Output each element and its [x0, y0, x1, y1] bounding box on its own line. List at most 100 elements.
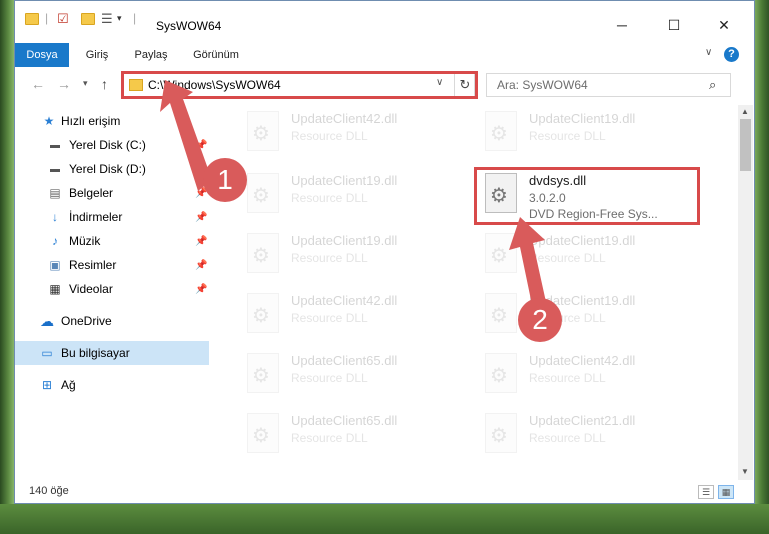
pictures-icon: ▣: [49, 258, 61, 272]
desktop-background-right: [755, 0, 769, 534]
chevron-down-icon[interactable]: ∨: [705, 47, 712, 58]
close-button[interactable]: ✕: [704, 11, 744, 39]
scroll-up-icon[interactable]: ▲: [741, 107, 749, 116]
file-name: UpdateClient19.dll: [291, 173, 398, 188]
documents-icon: ▤: [49, 186, 61, 200]
pin-icon[interactable]: 📌: [195, 212, 207, 223]
file-list: ⚙ UpdateClient42.dll Resource DLL ⚙ Upda…: [225, 105, 725, 470]
file-type: Resource DLL: [529, 251, 606, 265]
help-icon[interactable]: ?: [724, 47, 739, 62]
network-icon: ⊞: [41, 378, 53, 392]
star-icon: ★: [43, 114, 55, 128]
file-highlight-box: [474, 167, 700, 225]
sidebar-item-label: Hızlı erişim: [61, 114, 121, 128]
up-arrow-icon[interactable]: ↑: [101, 76, 108, 92]
file-type: Resource DLL: [291, 311, 368, 325]
tab-share[interactable]: Paylaş: [127, 43, 175, 67]
sidebar-item-this-pc[interactable]: ▭ Bu bilgisayar: [15, 341, 209, 365]
refresh-button[interactable]: ↻: [454, 74, 475, 96]
list-item[interactable]: ⚙ UpdateClient19.dll Resource DLL: [473, 227, 703, 283]
sidebar-item-disk-d[interactable]: ▬ Yerel Disk (D:) 📌: [15, 157, 209, 181]
sidebar-item-quick-access[interactable]: ★ Hızlı erişim: [15, 109, 209, 133]
sidebar-item-music[interactable]: ♪ Müzik 📌: [15, 229, 209, 253]
file-name: UpdateClient42.dll: [291, 111, 398, 126]
sidebar-item-network[interactable]: ⊞ Ağ: [15, 373, 209, 397]
list-item[interactable]: ⚙ UpdateClient19.dll Resource DLL: [235, 167, 465, 223]
sidebar-item-disk-c[interactable]: ▬ Yerel Disk (C:) 📌: [15, 133, 209, 157]
file-type: Resource DLL: [529, 371, 606, 385]
list-item[interactable]: ⚙ UpdateClient19.dll Resource DLL: [473, 287, 703, 343]
forward-arrow-icon[interactable]: →: [57, 76, 71, 92]
sidebar-item-documents[interactable]: ▤ Belgeler 📌: [15, 181, 209, 205]
tab-view[interactable]: Görünüm: [185, 43, 247, 67]
chevron-down-icon[interactable]: ∨: [436, 77, 443, 88]
list-item[interactable]: ⚙ UpdateClient42.dll Resource DLL: [235, 287, 465, 343]
drive-icon: ▬: [50, 139, 60, 151]
file-name: UpdateClient42.dll: [529, 353, 636, 368]
sidebar-item-label: Videolar: [69, 282, 113, 296]
file-type: Resource DLL: [291, 431, 368, 445]
navigation-pane: ★ Hızlı erişim ▬ Yerel Disk (C:) 📌 ▬ Yer…: [15, 105, 209, 465]
separator: |: [45, 11, 49, 25]
dll-file-icon: ⚙: [485, 293, 517, 333]
details-view-icon[interactable]: ☰: [698, 485, 714, 499]
sidebar-item-label: İndirmeler: [69, 210, 123, 224]
pin-icon[interactable]: 📌: [195, 284, 207, 295]
tab-home[interactable]: Giriş: [77, 43, 117, 67]
vertical-scrollbar[interactable]: ▲ ▼: [738, 105, 753, 480]
scrollbar-thumb[interactable]: [740, 119, 751, 171]
new-folder-icon[interactable]: [81, 13, 95, 25]
search-input[interactable]: Ara: SysWOW64 ⌕: [486, 73, 731, 97]
sidebar-item-onedrive[interactable]: ☁ OneDrive: [15, 309, 209, 333]
sidebar-item-label: Yerel Disk (C:): [69, 138, 146, 152]
list-item[interactable]: ⚙ UpdateClient21.dll Resource DLL: [473, 407, 703, 463]
maximize-button[interactable]: ☐: [654, 11, 694, 39]
file-name: UpdateClient19.dll: [291, 233, 398, 248]
list-item[interactable]: ⚙ UpdateClient65.dll Resource DLL: [235, 407, 465, 463]
sidebar-item-downloads[interactable]: ↓ İndirmeler 📌: [15, 205, 209, 229]
folder-icon: [25, 13, 39, 25]
sidebar-item-label: Bu bilgisayar: [61, 346, 130, 360]
step-badge-2: 2: [518, 298, 562, 342]
cloud-icon: ☁: [40, 312, 54, 329]
pin-icon[interactable]: 📌: [195, 236, 207, 247]
sidebar-item-label: Belgeler: [69, 186, 114, 200]
file-name: UpdateClient65.dll: [291, 353, 398, 368]
address-bar[interactable]: C:\Windows\SysWOW64 ∨ ↻: [123, 73, 475, 97]
item-count: 140 öğe: [29, 485, 69, 497]
list-item[interactable]: ⚙ UpdateClient42.dll Resource DLL: [235, 105, 465, 161]
pin-icon[interactable]: 📌: [195, 260, 207, 271]
back-arrow-icon[interactable]: ←: [31, 76, 45, 92]
pin-icon[interactable]: 📌: [195, 140, 207, 151]
tiles-view-icon[interactable]: ▦: [718, 485, 734, 499]
list-item[interactable]: ⚙ UpdateClient19.dll Resource DLL: [235, 227, 465, 283]
properties-icon[interactable]: ☑: [57, 11, 69, 27]
customize-icon[interactable]: ☰: [101, 11, 113, 27]
chevron-down-icon[interactable]: ▾: [83, 78, 88, 89]
search-icon[interactable]: ⌕: [709, 77, 716, 93]
address-path[interactable]: C:\Windows\SysWOW64: [148, 78, 281, 92]
scroll-down-icon[interactable]: ▼: [741, 467, 749, 476]
dll-file-icon: ⚙: [247, 173, 279, 213]
status-bar: 140 öğe ☰ ▦: [15, 481, 754, 503]
step-badge-1: 1: [203, 158, 247, 202]
folder-icon: [129, 79, 143, 91]
sidebar-item-label: Yerel Disk (D:): [69, 162, 146, 176]
list-item[interactable]: ⚙ UpdateClient42.dll Resource DLL: [473, 347, 703, 403]
sidebar-item-label: OneDrive: [61, 314, 112, 328]
sidebar-item-pictures[interactable]: ▣ Resimler 📌: [15, 253, 209, 277]
navigation-bar: ← → ▾ ↑ C:\Windows\SysWOW64 ∨ ↻ Ara: Sys…: [15, 69, 754, 99]
chevron-down-icon[interactable]: ▾: [117, 13, 122, 24]
file-name: UpdateClient42.dll: [291, 293, 398, 308]
file-name: UpdateClient19.dll: [529, 111, 636, 126]
list-item[interactable]: ⚙ UpdateClient65.dll Resource DLL: [235, 347, 465, 403]
list-item[interactable]: ⚙ UpdateClient19.dll Resource DLL: [473, 105, 703, 161]
minimize-button[interactable]: ─: [602, 11, 642, 39]
music-icon: ♪: [52, 234, 58, 248]
tab-file[interactable]: Dosya: [15, 43, 69, 67]
dll-file-icon: ⚙: [485, 413, 517, 453]
dll-file-icon: ⚙: [247, 293, 279, 333]
dll-file-icon: ⚙: [485, 233, 517, 273]
title-bar: | ☑ ☰ ▾ | SysWOW64 ─ ☐ ✕: [15, 1, 754, 41]
sidebar-item-videos[interactable]: ▦ Videolar 📌: [15, 277, 209, 301]
